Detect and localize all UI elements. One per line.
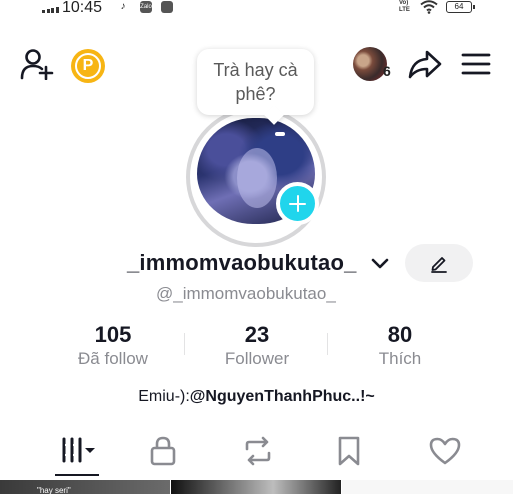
share-icon[interactable]: [408, 49, 442, 79]
network-type: Vo) LTE: [399, 0, 410, 13]
stat-label: Follower: [224, 349, 290, 368]
user-handle: @_immomvaobukutao_: [156, 284, 336, 303]
chevron-down-icon[interactable]: [371, 258, 389, 270]
edit-profile-button[interactable]: [405, 244, 473, 282]
stat-followers[interactable]: 23 Follower: [202, 322, 312, 370]
coin-letter: P: [75, 53, 101, 79]
videos-grid-icon: [62, 437, 95, 463]
zalo-icon: Zalo: [140, 1, 152, 13]
tab-reposts[interactable]: [225, 430, 285, 474]
app-icon: [161, 1, 173, 13]
friends-count-badge: 6: [383, 63, 391, 79]
status-time: 10:45: [62, 0, 103, 16]
lock-icon: [150, 436, 176, 466]
bio-mention[interactable]: @NguyenThanhPhuc..!~: [190, 388, 375, 405]
stat-value: 23: [244, 322, 270, 347]
stat-label: Đã follow: [78, 349, 148, 368]
stat-label: Thích: [378, 349, 422, 368]
tab-saved[interactable]: [318, 430, 378, 474]
bio-text: Emiu-):: [138, 388, 190, 405]
tiktok-icon: ♪: [117, 1, 129, 13]
divider: [327, 333, 328, 355]
status-bar: 10:45 ♪ Zalo Vo) LTE 64: [0, 0, 513, 18]
video-caption: "hay seri": [37, 486, 71, 494]
stat-value: 80: [387, 322, 413, 347]
note-text: Trà hay cà phê?: [213, 60, 298, 104]
video-thumbnail[interactable]: [171, 480, 341, 494]
bookmark-icon: [338, 436, 360, 466]
stat-value: 105: [94, 322, 132, 347]
tab-videos[interactable]: [45, 430, 105, 474]
wifi-icon: [420, 0, 438, 14]
heart-icon: [429, 437, 461, 465]
coin-button[interactable]: P: [71, 49, 105, 83]
bio: Emiu-):@NguyenThanhPhuc..!~: [0, 388, 513, 406]
tab-indicator: [55, 474, 99, 476]
signal-icon: [42, 4, 59, 13]
add-photo-button[interactable]: [276, 182, 319, 225]
friends-avatar[interactable]: [353, 47, 387, 81]
stat-following[interactable]: 105 Đã follow: [58, 322, 168, 370]
menu-icon[interactable]: [461, 52, 491, 76]
video-thumbnail[interactable]: [342, 480, 513, 494]
note-bubble[interactable]: Trà hay cà phê?: [197, 49, 314, 115]
video-thumbnail[interactable]: [0, 480, 170, 494]
tab-liked[interactable]: [412, 430, 472, 474]
pencil-icon: [431, 257, 447, 273]
add-user-icon[interactable]: [20, 48, 54, 80]
divider: [184, 333, 185, 355]
repost-icon: [245, 436, 271, 466]
tab-private[interactable]: [132, 430, 192, 474]
battery-icon: 64: [446, 1, 475, 13]
stat-likes[interactable]: 80 Thích: [345, 322, 455, 370]
username[interactable]: _immomvaobukutao_: [127, 250, 357, 276]
